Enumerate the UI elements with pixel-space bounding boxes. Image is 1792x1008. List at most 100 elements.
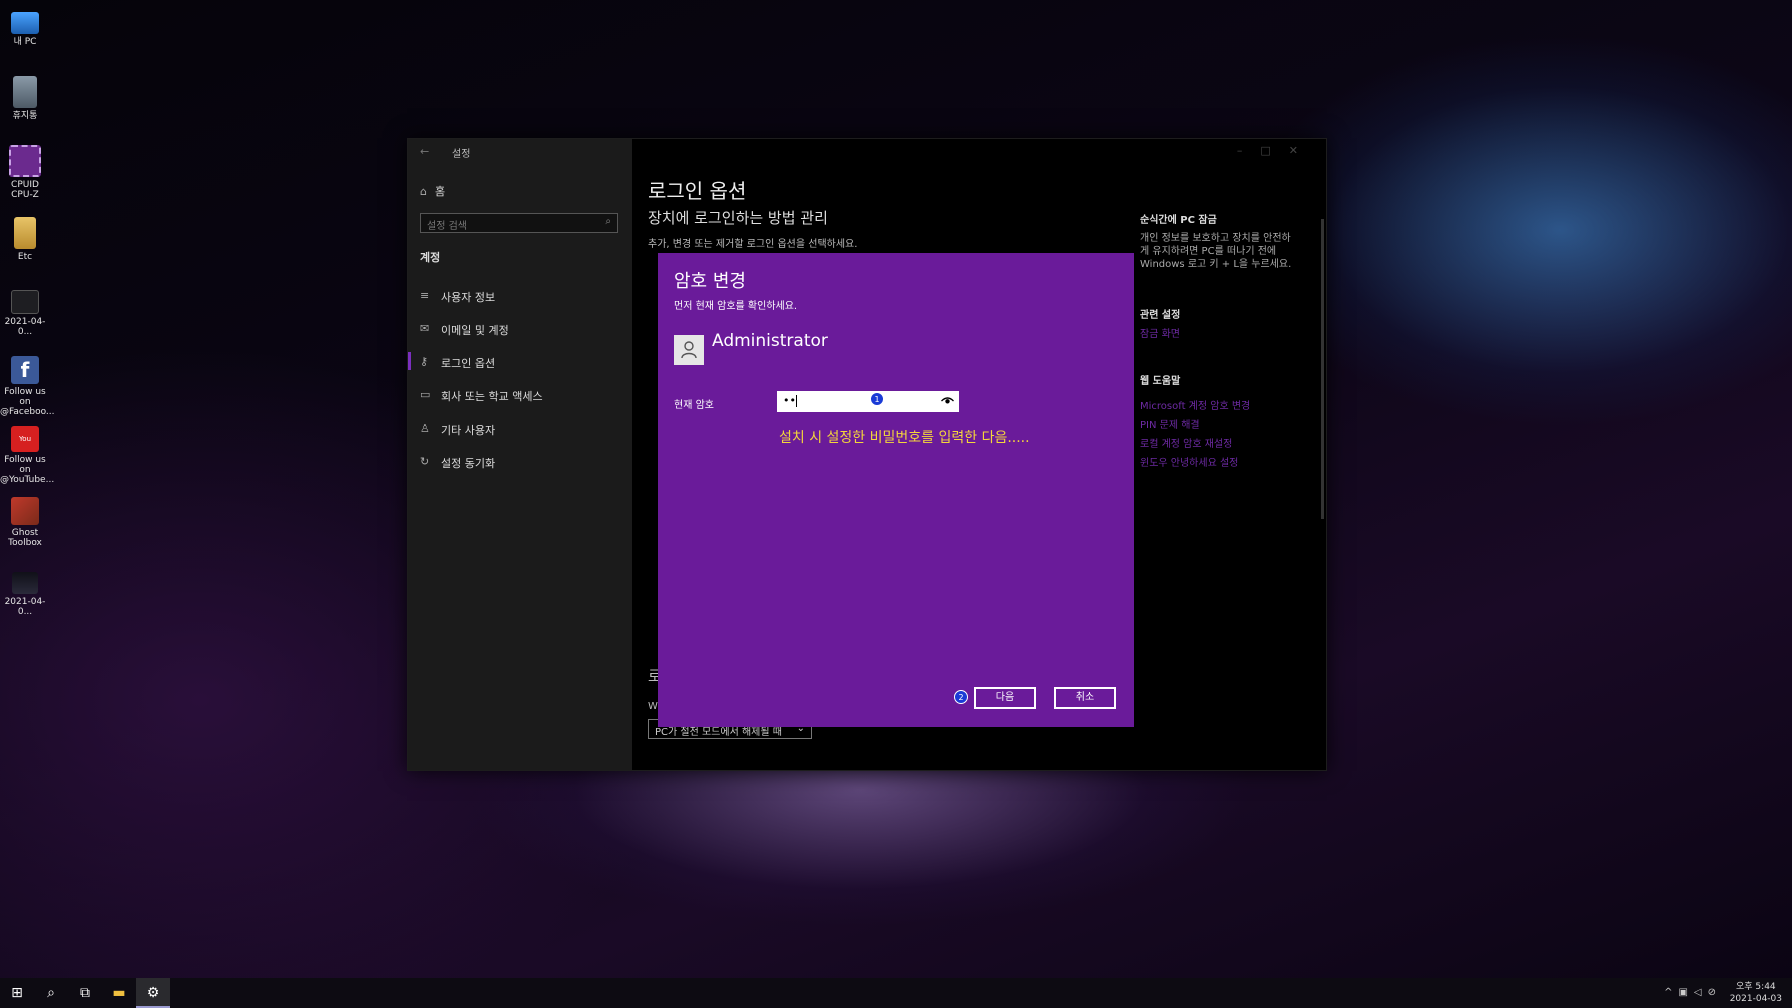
sidebar-item-label: 로그인 옵션 <box>441 357 496 370</box>
folder-icon: ▬ <box>112 985 126 1001</box>
username: Administrator <box>712 331 828 351</box>
search-button[interactable]: ⌕ <box>34 978 68 1008</box>
sidebar-section-heading: 계정 <box>420 251 441 264</box>
user-info-icon: ≡ <box>420 289 430 302</box>
sidebar-item-email[interactable]: ✉ 이메일 및 계정 <box>408 314 632 344</box>
back-arrow-icon[interactable]: ← <box>420 145 429 158</box>
sidebar-item-label: 사용자 정보 <box>441 291 496 304</box>
chevron-up-icon[interactable]: ^ <box>1664 987 1678 998</box>
close-icon[interactable]: ✕ <box>1289 144 1316 157</box>
clock-time: 오후 5:44 <box>1736 982 1776 992</box>
mail-icon: ✉ <box>420 322 430 335</box>
section-text-partial: W <box>648 701 658 712</box>
clock-date: 2021-04-03 <box>1729 994 1782 1004</box>
user-icon <box>681 341 697 359</box>
settings-search-input[interactable]: 설정 검색 ⌕ <box>420 213 618 233</box>
settings-taskbar-button[interactable]: ⚙ <box>136 978 170 1008</box>
toolbox-icon <box>11 497 39 525</box>
lock-screen-link[interactable]: 잠금 화면 <box>1140 325 1180 340</box>
system-tray-icons: ^▣◁⊘ <box>1664 987 1722 998</box>
computer-icon <box>11 12 39 34</box>
window-titlebar: ← 설정 –□✕ <box>408 139 1326 163</box>
page-title: 로그인 옵션 <box>648 179 747 203</box>
sidebar-item-work-access[interactable]: ▭ 회사 또는 학교 액세스 <box>408 380 632 410</box>
network-icon[interactable]: ▣ <box>1678 987 1693 998</box>
cancel-button[interactable]: 취소 <box>1054 687 1116 709</box>
home-icon: ⌂ <box>420 185 427 198</box>
lock-heading: 순식간에 PC 잠금 <box>1140 215 1217 226</box>
password-value: •• <box>783 394 796 407</box>
maximize-icon[interactable]: □ <box>1260 144 1288 157</box>
desktop-icon-label: 2021-04-0... <box>4 597 46 617</box>
dropdown-value: PC가 절전 모드에서 해제될 때 <box>655 727 782 738</box>
help-link[interactable]: PIN 문제 해결 <box>1140 416 1200 431</box>
start-button[interactable]: ⊞ <box>0 978 34 1008</box>
desktop-icon-label: CPUID CPU-Z <box>11 180 39 200</box>
desktop-icon-label: 휴지통 <box>12 111 38 121</box>
gear-icon: ⚙ <box>146 985 160 1001</box>
reveal-password-icon[interactable] <box>941 395 954 408</box>
task-view-icon: ⧉ <box>80 985 90 1001</box>
key-icon: ⚷ <box>420 355 429 368</box>
step-badge-2: 2 <box>954 690 968 704</box>
person-icon: ♙ <box>420 422 430 435</box>
sidebar-item-label: 설정 동기화 <box>441 457 496 470</box>
desktop-icon-label: Ghost Toolbox <box>8 528 42 548</box>
text-caret <box>795 395 797 407</box>
instruction-note: 설치 시 설정한 비밀번호를 입력한 다음..... <box>779 430 1030 446</box>
page-description: 추가, 변경 또는 제거할 로그인 옵션을 선택하세요. <box>648 239 858 250</box>
desktop-icon-file1[interactable]: 2021-04-0... <box>0 290 50 337</box>
recycle-bin-icon <box>13 76 37 108</box>
desktop-icon-file2[interactable]: 2021-04-0... <box>0 572 50 617</box>
desktop-icon-label: Follow us on @YouTube... <box>0 455 55 485</box>
desktop-icon-label: Follow us on @Faceboo... <box>0 387 55 417</box>
sidebar-item-sign-in-options[interactable]: ⚷ 로그인 옵션 <box>408 347 632 377</box>
lock-text-line: Windows 로고 키 + L을 누르세요. <box>1140 259 1292 270</box>
home-label: 홈 <box>434 185 446 198</box>
desktop-icon-recycle-bin[interactable]: 휴지통 <box>0 76 50 121</box>
window-title: 설정 <box>452 149 471 160</box>
cpu-chip-icon <box>9 145 41 177</box>
taskbar: ⊞ ⌕ ⧉ ▬ ⚙ ^▣◁⊘ 오후 5:44 2021-04-03 <box>0 978 1792 1008</box>
search-icon: ⌕ <box>47 985 55 1001</box>
desktop-icon-label: Etc <box>17 252 33 262</box>
minimize-icon[interactable]: – <box>1237 144 1261 157</box>
nav-home[interactable]: ⌂ 홈 <box>420 183 445 199</box>
search-icon: ⌕ <box>605 216 611 227</box>
file-icon <box>11 290 39 314</box>
scrollbar[interactable] <box>1321 219 1324 519</box>
briefcase-icon: ▭ <box>420 388 431 401</box>
window-controls: –□✕ <box>1237 144 1316 157</box>
file-explorer-button[interactable]: ▬ <box>102 978 136 1008</box>
sidebar-item-user-info[interactable]: ≡ 사용자 정보 <box>408 281 632 311</box>
desktop-icon-cpuz[interactable]: CPUID CPU-Z <box>0 145 50 200</box>
desktop-icon-this-pc[interactable]: 내 PC <box>0 8 50 47</box>
sidebar-item-other-users[interactable]: ♙ 기타 사용자 <box>408 414 632 444</box>
search-placeholder: 설정 검색 <box>427 221 467 232</box>
notification-icon[interactable]: ⊘ <box>1708 987 1722 998</box>
desktop-icon-etc[interactable]: Etc <box>0 217 50 262</box>
desktop-icon-label: 2021-04-0... <box>4 317 46 337</box>
clock[interactable]: 오후 5:44 2021-04-03 <box>1730 981 1782 1005</box>
help-link[interactable]: 윈도우 안녕하세요 설정 <box>1140 454 1238 469</box>
step-badge-1: 1 <box>870 392 884 406</box>
help-link[interactable]: 로컬 계정 암호 재설정 <box>1140 435 1232 450</box>
page-subtitle: 장치에 로그인하는 방법 관리 <box>648 209 828 227</box>
sidebar-item-sync[interactable]: ↻ 설정 동기화 <box>408 447 632 477</box>
settings-sidebar: ⌂ 홈 설정 검색 ⌕ 계정 ≡ 사용자 정보 ✉ 이메일 및 계정 ⚷ 로그인 … <box>408 139 632 770</box>
sidebar-item-label: 회사 또는 학교 액세스 <box>441 390 543 403</box>
current-password-input[interactable]: •• <box>777 391 959 412</box>
sync-icon: ↻ <box>420 455 430 468</box>
desktop-icon-ghost-toolbox[interactable]: Ghost Toolbox <box>0 497 50 548</box>
desktop-icon-youtube[interactable]: You Follow us on @YouTube... <box>0 426 55 485</box>
volume-icon[interactable]: ◁ <box>1694 987 1708 998</box>
desktop-icon-facebook[interactable]: f Follow us on @Faceboo... <box>0 356 55 417</box>
related-settings-heading: 관련 설정 <box>1140 310 1181 321</box>
image-file-icon <box>12 572 38 594</box>
help-link[interactable]: Microsoft 계정 암호 변경 <box>1140 397 1250 412</box>
avatar <box>674 335 704 365</box>
sidebar-item-label: 이메일 및 계정 <box>441 324 509 337</box>
sidebar-item-label: 기타 사용자 <box>441 424 496 437</box>
next-button[interactable]: 다음 <box>974 687 1036 709</box>
task-view-button[interactable]: ⧉ <box>68 978 102 1008</box>
